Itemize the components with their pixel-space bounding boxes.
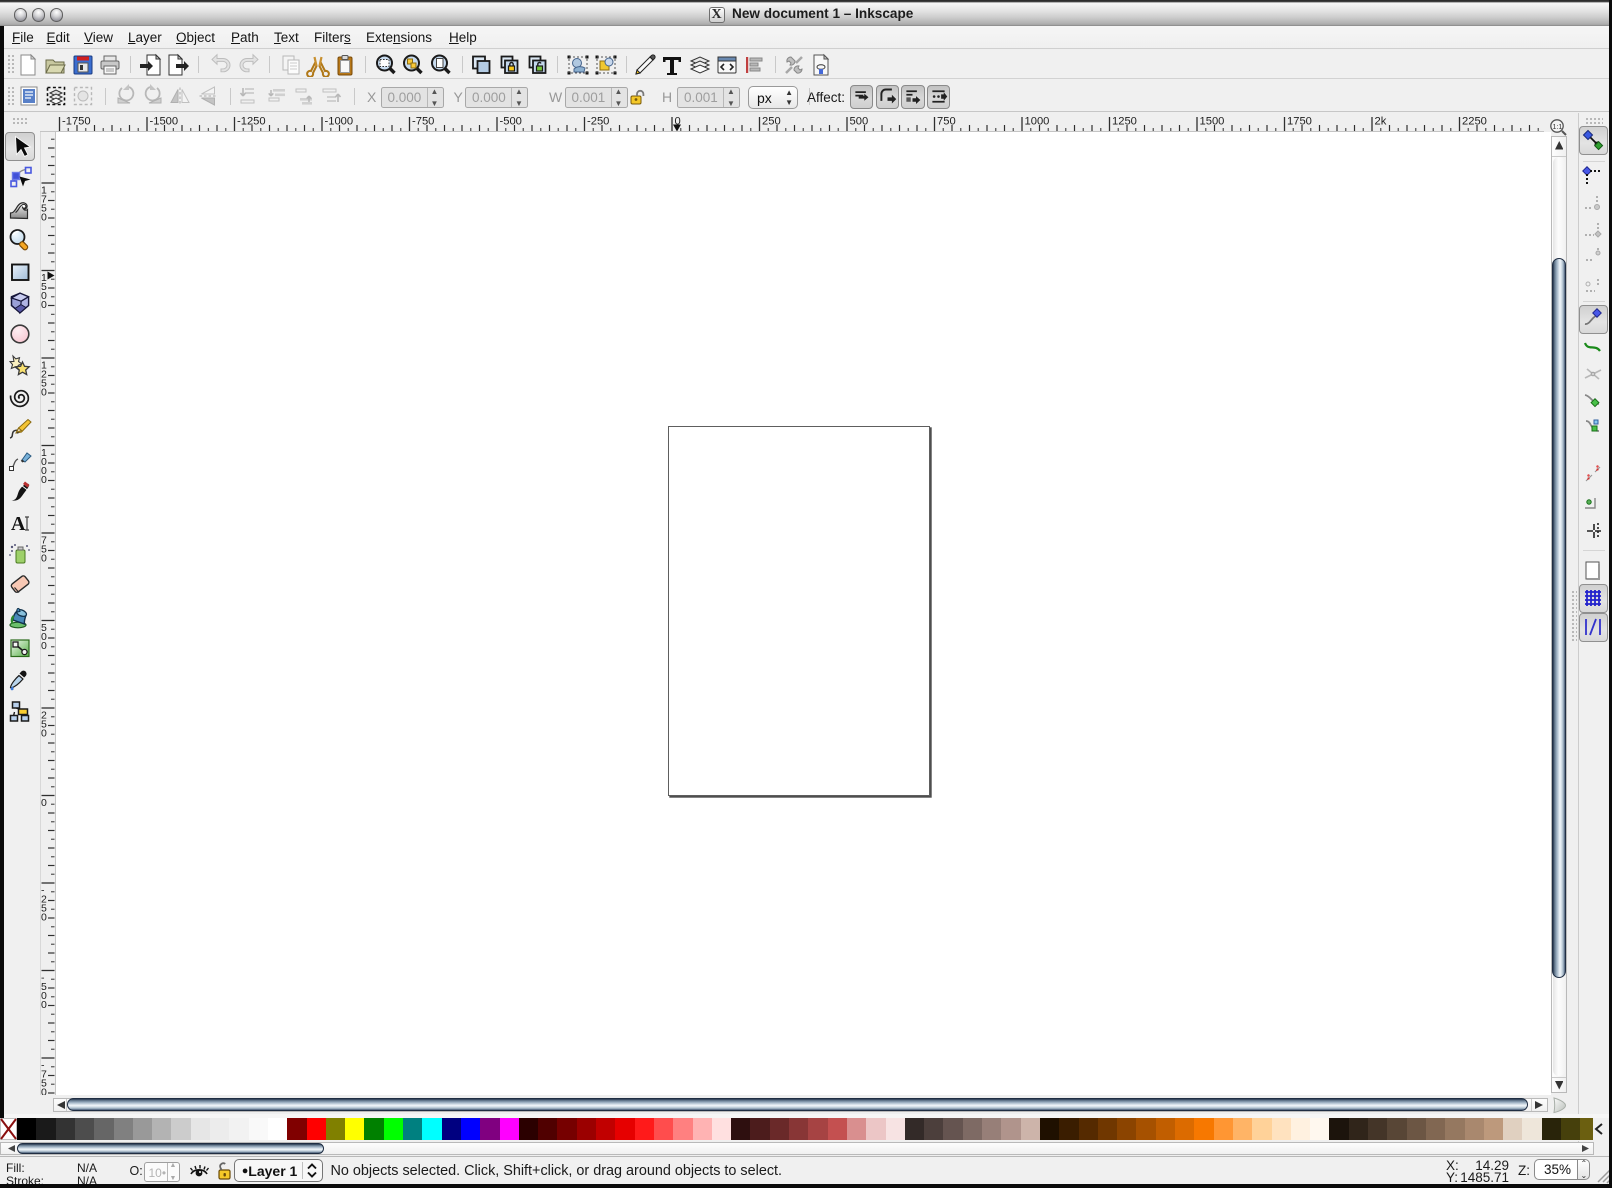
svg-text:750: 750 bbox=[937, 115, 956, 127]
svg-text:250: 250 bbox=[762, 115, 781, 127]
svg-text:-250: -250 bbox=[587, 115, 609, 127]
svg-text:0: 0 bbox=[41, 797, 47, 809]
svg-text:0: 0 bbox=[41, 999, 47, 1011]
svg-text:-1750: -1750 bbox=[62, 115, 91, 127]
svg-text:2k: 2k bbox=[1375, 115, 1387, 127]
svg-text:0: 0 bbox=[41, 552, 47, 564]
svg-text:-1500: -1500 bbox=[150, 115, 179, 127]
svg-text:0: 0 bbox=[41, 211, 47, 223]
svg-text:1000: 1000 bbox=[1025, 115, 1050, 127]
svg-text:A: A bbox=[11, 513, 26, 535]
svg-text:-750: -750 bbox=[412, 115, 434, 127]
svg-text:0: 0 bbox=[41, 911, 47, 923]
svg-text:-500: -500 bbox=[500, 115, 522, 127]
svg-text:-1250: -1250 bbox=[237, 115, 266, 127]
svg-text:500: 500 bbox=[850, 115, 869, 127]
svg-text:0: 0 bbox=[41, 299, 47, 311]
svg-text:1750: 1750 bbox=[1287, 115, 1312, 127]
svg-text:0: 0 bbox=[41, 640, 47, 652]
svg-text:0: 0 bbox=[41, 1086, 47, 1095]
svg-text:1250: 1250 bbox=[1112, 115, 1137, 127]
svg-text:2250: 2250 bbox=[1462, 115, 1487, 127]
svg-text:1500: 1500 bbox=[1200, 115, 1225, 127]
svg-text:0: 0 bbox=[41, 386, 47, 398]
svg-text:1:1: 1:1 bbox=[1553, 124, 1563, 131]
svg-text:0: 0 bbox=[41, 474, 47, 486]
svg-text:0: 0 bbox=[41, 727, 47, 739]
svg-text:-1000: -1000 bbox=[325, 115, 354, 127]
